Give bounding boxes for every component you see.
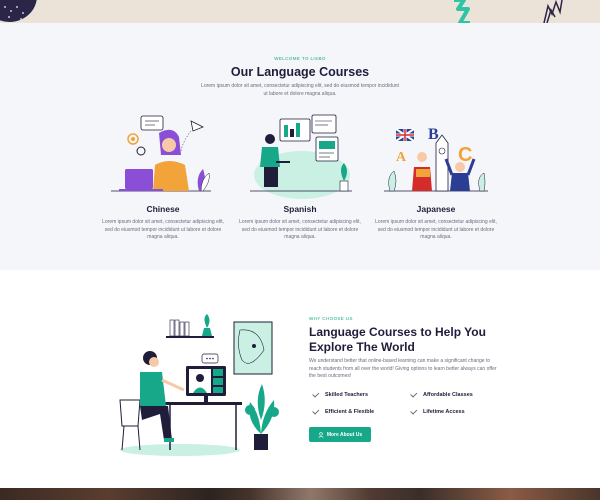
chinese-course-illustration: [111, 115, 211, 192]
feature-label: Lifetime Access: [423, 408, 465, 415]
japanese-course-illustration: B A C: [384, 126, 488, 192]
squiggle-line-decoration: [543, 0, 563, 23]
course-card-chinese[interactable]: Chinese Lorem ipsum dolor sit amet, cons…: [98, 111, 228, 242]
button-label: More About Us: [326, 431, 363, 438]
svg-text:A: A: [396, 150, 407, 165]
course-card-text: Lorem ipsum dolor sit amet, consectetur …: [102, 219, 224, 240]
feature-item: Skilled Teachers: [311, 390, 368, 399]
user-icon: [318, 431, 324, 438]
section-title: Our Language Courses: [230, 65, 370, 79]
course-card-japanese[interactable]: B A C Japanese Lorem ipsum dolor sit ame…: [371, 111, 501, 242]
section-eyebrow: WELCOME TO LISBO: [274, 56, 326, 61]
check-icon: [311, 390, 320, 399]
feature-label: Skilled Teachers: [325, 391, 369, 398]
course-card-title: Japanese: [416, 204, 456, 214]
course-card-title: Chinese: [146, 204, 180, 214]
dotted-blob-decoration: [0, 0, 37, 22]
svg-text:B: B: [428, 126, 439, 143]
green-zigzag-decoration: [454, 0, 470, 23]
course-card-text: Lorem ipsum dolor sit amet, consectetur …: [239, 219, 361, 240]
check-icon: [409, 390, 418, 399]
feature-item: Affordable Classes: [409, 390, 473, 399]
feature-label: Affordable Classes: [423, 391, 473, 398]
more-about-us-button[interactable]: More About Us: [309, 427, 371, 442]
course-card-text: Lorem ipsum dolor sit amet, consectetur …: [375, 219, 497, 240]
section-title: Language Courses to Help You Explore The…: [309, 325, 486, 354]
section-intro: Lorem ipsum dolor sit amet, consectetur …: [201, 83, 399, 97]
course-card-spanish[interactable]: Spanish Lorem ipsum dolor sit amet, cons…: [235, 111, 365, 242]
spanish-course-illustration: [250, 114, 352, 199]
online-learning-illustration: [119, 314, 279, 456]
feature-item: Efficient & Flexible: [311, 407, 374, 416]
bottom-photo-strip: [0, 488, 600, 500]
check-icon: [311, 407, 320, 416]
feature-label: Efficient & Flexible: [325, 408, 375, 415]
language-courses-section: WELCOME TO LISBO Our Language Courses Lo…: [0, 23, 600, 270]
course-card-title: Spanish: [283, 204, 317, 214]
feature-item: Lifetime Access: [409, 407, 465, 416]
section-description: We understand better that online-based l…: [309, 358, 497, 379]
why-choose-us-section: WHY CHOOSE US Language Courses to Help Y…: [0, 270, 600, 488]
section-eyebrow: WHY CHOOSE US: [309, 316, 353, 321]
check-icon: [409, 407, 418, 416]
top-decorative-strip: [0, 0, 600, 23]
